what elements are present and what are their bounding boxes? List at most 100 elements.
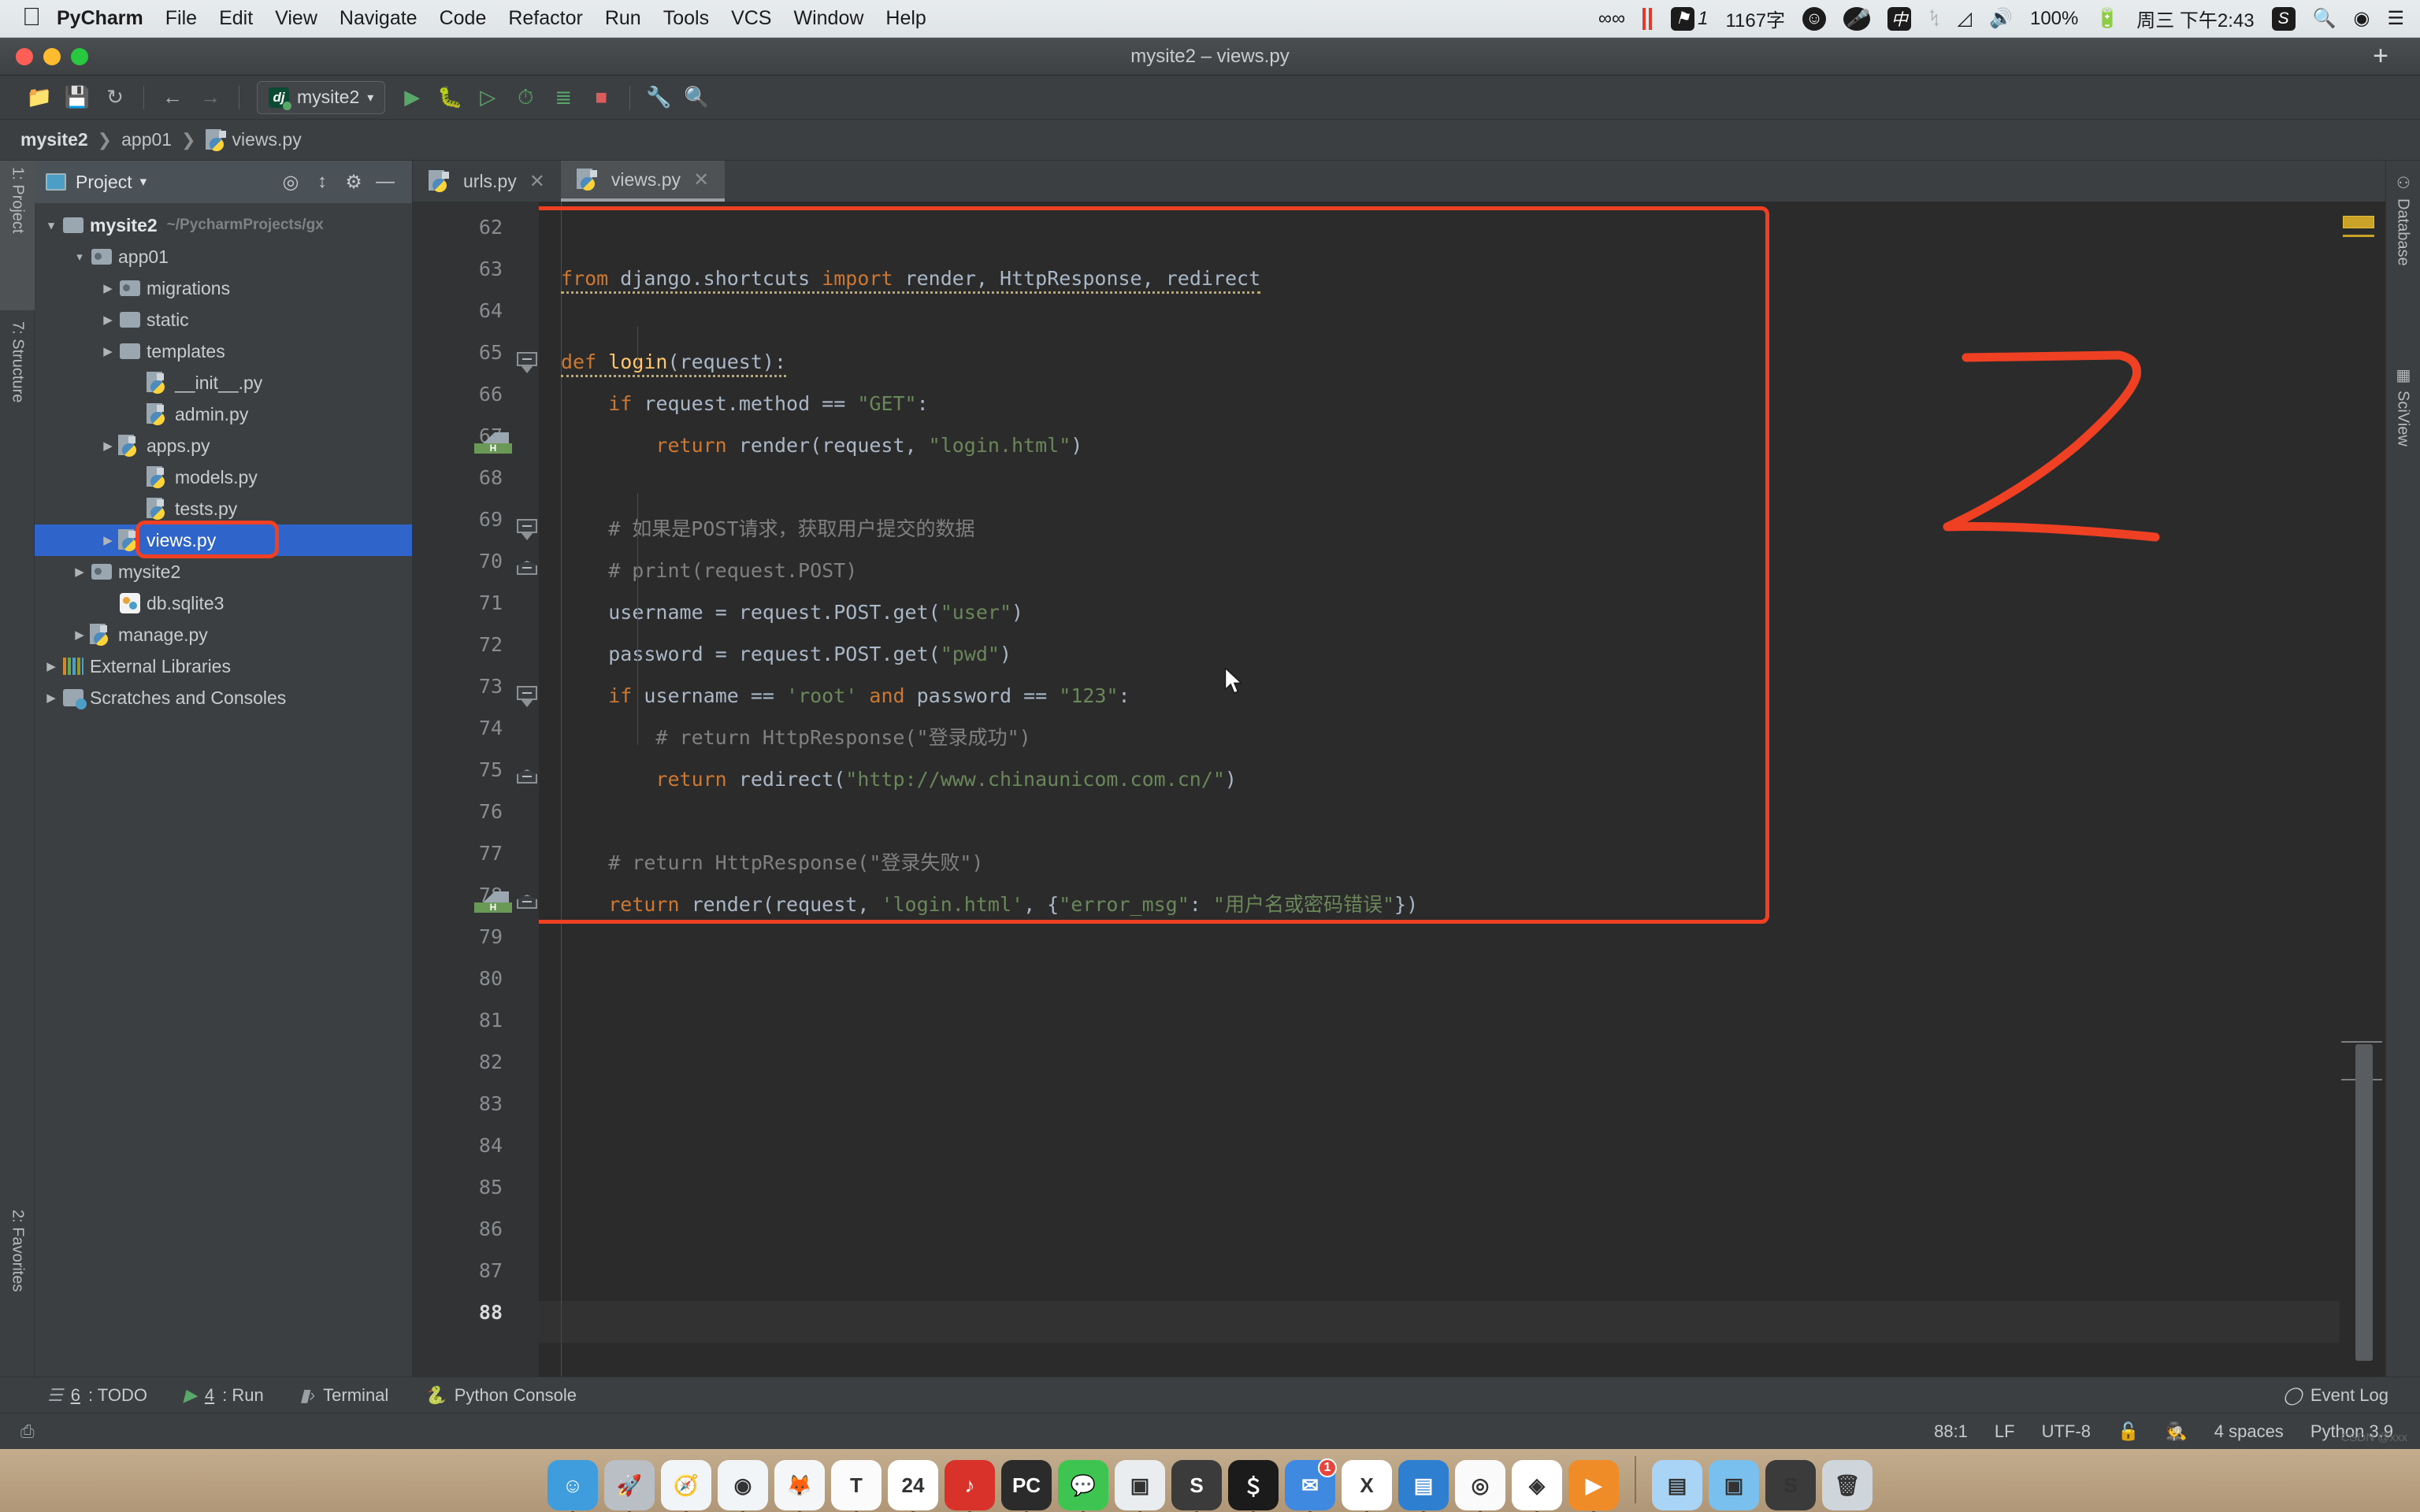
tree-item-admin-py[interactable]: admin.py (35, 398, 412, 430)
project-tree[interactable]: ▾ mysite2 ~/PycharmProjects/gx ▾ app01 ▶ migra… (35, 203, 412, 1377)
tree-item-external-libraries[interactable]: ▶ External Libraries (35, 650, 412, 682)
close-icon[interactable]: ✕ (693, 169, 709, 191)
dock-item-weibo[interactable]: ◎ (1455, 1460, 1505, 1512)
menu-item-pycharm[interactable]: PyCharm (57, 7, 143, 30)
sidebar-tab-favorites[interactable]: 2: Favorites (0, 1203, 35, 1369)
breadcrumb-item-file[interactable]: views.py (232, 129, 302, 150)
breadcrumb-item-project[interactable]: mysite2 (20, 129, 88, 150)
add-tab-button[interactable]: + (2373, 43, 2388, 69)
tree-expand-arrow[interactable]: ▶ (41, 691, 61, 705)
tree-expand-arrow[interactable]: ▾ (69, 250, 90, 264)
menu-item-navigate[interactable]: Navigate (340, 7, 418, 30)
profile-icon[interactable]: ⏱ (507, 81, 544, 114)
breadcrumb-item-app01[interactable]: app01 (121, 129, 172, 150)
unlocked-icon[interactable]: 🔓 (2118, 1421, 2139, 1442)
source-code[interactable]: from django.shortcuts import render, Htt… (561, 216, 1418, 1343)
code-folding-marker[interactable] (517, 561, 537, 575)
sidebar-tab-sciview[interactable]: ▦ SciView (2385, 358, 2420, 523)
dock-item-launchpad[interactable]: 🚀 (604, 1460, 655, 1512)
bottom-tool-terminal[interactable]: ▮› Terminal (300, 1385, 389, 1406)
dock-item-excel[interactable]: X (1342, 1460, 1392, 1512)
dock-item-documents-folder[interactable]: ▣ (1709, 1460, 1759, 1510)
search-icon[interactable]: 🔍 (677, 81, 715, 114)
bookmark-marker[interactable]: H (474, 891, 512, 913)
locate-icon[interactable]: ◎ (275, 171, 306, 194)
code-canvas[interactable]: from django.shortcuts import render, Htt… (539, 202, 2340, 1377)
dock-item-chrome[interactable]: ◉ (718, 1460, 768, 1512)
warning-marker[interactable] (2343, 216, 2374, 228)
tree-item-manage-py[interactable]: ▶ manage.py (35, 619, 412, 650)
hide-icon[interactable]: — (369, 171, 401, 193)
bookmark-marker[interactable]: H (474, 432, 512, 454)
run-configuration-selector[interactable]: dj mysite2 ▾ (257, 80, 386, 114)
tree-expand-arrow[interactable]: ▶ (98, 281, 118, 295)
macos-dock[interactable]: ☺ 🚀 🧭 ◉ 🦊 T 24 ♪ PC 💬 ▣ S ＄ ✉ 1 X ▤ ◎ ◈ ▶ ▤ ▣ S 🗑 (0, 1449, 2420, 1512)
dock-item-safari[interactable]: 🧭 (661, 1460, 711, 1512)
microphone-icon[interactable]: 🎤 (1843, 6, 1871, 31)
tree-item--init-py[interactable]: __init__.py (35, 367, 412, 398)
vertical-scrollbar-thumb[interactable] (2355, 1044, 2373, 1361)
menu-item-file[interactable]: File (165, 7, 197, 30)
tree-item-migrations[interactable]: ▶ migrations (35, 272, 412, 304)
bottom-tool-todo[interactable]: ☰ 6: TODO (47, 1385, 147, 1406)
run-tests-icon[interactable]: ≣ (544, 81, 582, 114)
back-arrow-icon[interactable]: ← (154, 81, 191, 114)
menu-item-window[interactable]: Window (793, 7, 863, 30)
bottom-tool-python-console[interactable]: 🐍 Python Console (425, 1385, 577, 1406)
menu-item-view[interactable]: View (275, 7, 317, 30)
editor-tab-views[interactable]: views.py ✕ (560, 161, 726, 202)
sogou-input-icon[interactable]: S (2271, 6, 2296, 31)
gear-icon[interactable]: ⚙ (338, 171, 369, 194)
dock-item-wechat[interactable]: 💬 (1058, 1460, 1108, 1512)
tree-item-db-sqlite3[interactable]: db.sqlite3 (35, 587, 412, 619)
infinity-icon[interactable]: ∞∞ (1598, 8, 1625, 30)
menu-item-run[interactable]: Run (605, 7, 641, 30)
menu-item-help[interactable]: Help (885, 7, 926, 30)
open-folder-icon[interactable]: 📁 (20, 81, 58, 114)
red-bars-icon[interactable] (1642, 7, 1654, 30)
spotlight-icon[interactable]: 🔍 (2313, 7, 2336, 30)
tree-expand-arrow[interactable]: ▶ (98, 439, 118, 453)
collapse-all-icon[interactable]: ↕ (306, 171, 338, 193)
memory-indicator-icon[interactable]: ⎙ (20, 1421, 35, 1442)
code-folding-marker[interactable] (517, 352, 537, 373)
dock-item-sketch[interactable]: ◈ (1512, 1460, 1562, 1512)
ime-icon[interactable]: 中 (1887, 6, 1912, 31)
editor-tab-urls[interactable]: urls.py ✕ (413, 161, 561, 202)
dock-item-finder[interactable]: ☺ (547, 1460, 598, 1512)
settings-wrench-icon[interactable]: 🔧 (640, 81, 677, 114)
dock-item-calculator[interactable]: ＄ (1228, 1460, 1279, 1512)
tree-item-views-py[interactable]: ▶ views.py (35, 524, 412, 556)
tree-expand-arrow[interactable]: ▶ (98, 533, 118, 547)
dock-item-typora[interactable]: T (831, 1460, 882, 1512)
forward-arrow-icon[interactable]: → (191, 81, 229, 114)
dock-item-video-player[interactable]: ▶ (1568, 1460, 1619, 1512)
volume-icon[interactable]: 🔊 (1989, 7, 2013, 30)
bluetooth-icon[interactable]: ᛪ (1928, 8, 1939, 30)
tree-item-apps-py[interactable]: ▶ apps.py (35, 430, 412, 461)
sync-icon[interactable]: ↻ (96, 81, 134, 114)
clock-label[interactable]: 周三 下午2:43 (2136, 5, 2254, 32)
dock-item-recent-app[interactable]: S (1765, 1460, 1816, 1510)
editor-marker-bar[interactable] (2340, 202, 2385, 1377)
tree-expand-arrow[interactable]: ▶ (98, 344, 118, 358)
emoji-icon[interactable]: ☺ (1802, 6, 1827, 31)
dock-item-parallels[interactable]: ▤ (1398, 1460, 1449, 1512)
tree-expand-arrow[interactable]: ▶ (98, 313, 118, 327)
tree-item-mysite2[interactable]: ▶ mysite2 (35, 556, 412, 587)
code-folding-marker[interactable] (517, 895, 537, 909)
dock-item-downloads-stack[interactable]: ▤ (1652, 1460, 1702, 1510)
menu-item-refactor[interactable]: Refactor (508, 7, 582, 30)
hector-inspection-icon[interactable]: 🕵 (2166, 1421, 2187, 1442)
tree-item-static[interactable]: ▶ static (35, 304, 412, 335)
event-log-button[interactable]: ◯ Event Log (2283, 1385, 2388, 1406)
file-encoding[interactable]: UTF-8 (2042, 1421, 2091, 1442)
editor-gutter[interactable]: 62 63 64 65 66 67 68 69 70 71 72 73 74 75 76 77 78 79 80 81… (413, 202, 539, 1377)
wifi-icon[interactable]: ◿ (1958, 7, 1972, 30)
sidebar-tab-structure[interactable]: 7: Structure (0, 315, 35, 488)
stop-icon[interactable]: ■ (582, 81, 620, 114)
caret-position[interactable]: 88:1 (1934, 1421, 1968, 1442)
close-icon[interactable]: ✕ (529, 170, 545, 193)
sidebar-tab-database[interactable]: ⚇ Database (2385, 165, 2420, 346)
run-with-coverage-icon[interactable]: ▷ (469, 81, 507, 114)
